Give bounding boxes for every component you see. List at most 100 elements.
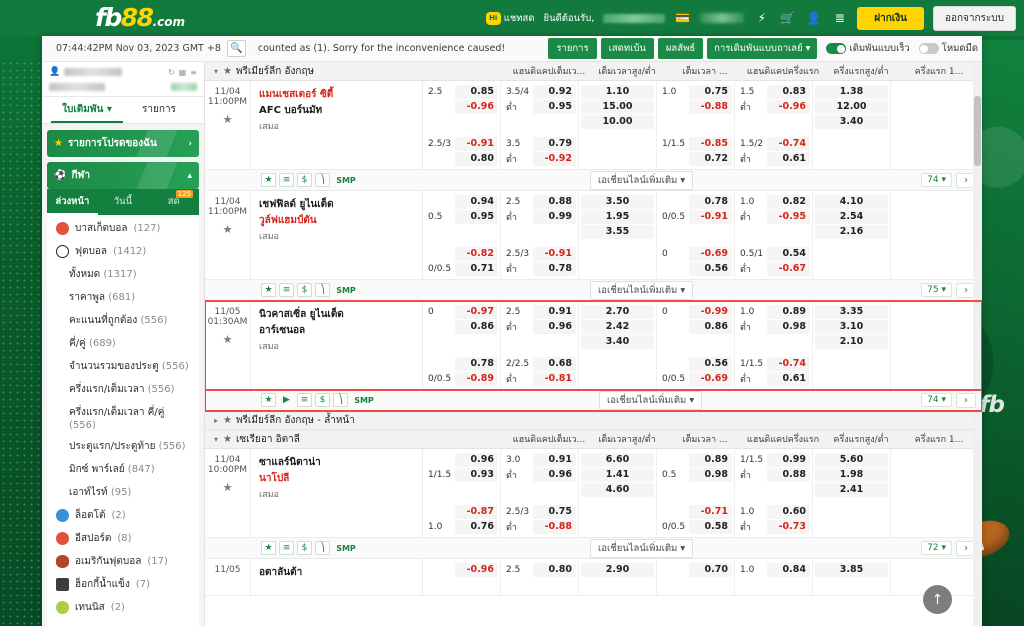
odds-value[interactable]: 3.40 — [815, 114, 888, 129]
odds-value[interactable]: 0.54 — [767, 246, 810, 261]
odds-value[interactable]: 0.61 — [767, 151, 810, 166]
odds-cell[interactable]: ต่ำ 0.99 — [503, 209, 576, 224]
odds-cell[interactable]: 3.5/4 0.92 — [503, 84, 576, 99]
sidebar-item-basketball[interactable]: บาสเก็ตบอล (127) — [47, 217, 199, 240]
subtab-today[interactable]: วันนี้ — [98, 189, 149, 215]
odds-value[interactable]: 0.89 — [689, 452, 732, 467]
odds-value[interactable]: 3.10 — [815, 319, 888, 334]
odds-cell[interactable]: 4.60 — [581, 482, 654, 497]
odds-value[interactable]: 0.78 — [533, 261, 576, 276]
home-team[interactable]: อตาลันต้า — [259, 565, 414, 581]
odds-cell[interactable]: 2.70 — [581, 304, 654, 319]
odds-value[interactable]: 0.83 — [767, 84, 810, 99]
odds-cell[interactable]: 2.5 0.91 — [503, 304, 576, 319]
lightning-icon[interactable]: ⚡ — [753, 10, 770, 26]
favorite-star-icon[interactable]: ★ — [205, 113, 250, 126]
odds-cell[interactable]: 0.5 0.98 — [659, 467, 732, 482]
odds-value[interactable]: -0.67 — [767, 261, 810, 276]
odds-value[interactable]: 0.56 — [689, 261, 732, 276]
odds-value[interactable]: 0.95 — [455, 209, 498, 224]
odds-value[interactable]: -0.95 — [767, 209, 810, 224]
odds-cell[interactable]: 0.70 — [659, 562, 732, 577]
odds-cell[interactable]: 3.10 — [815, 319, 888, 334]
odds-value[interactable]: -0.91 — [533, 246, 576, 261]
odds-cell[interactable]: 3.40 — [581, 334, 654, 349]
odds-value[interactable]: 4.10 — [815, 194, 888, 209]
odds-cell[interactable]: 2/2.5 0.68 — [503, 356, 576, 371]
scroll-thumb[interactable] — [974, 96, 981, 166]
more-markets-count[interactable]: 74 ▾ — [921, 173, 952, 187]
odds-cell[interactable]: ต่ำ 0.61 — [737, 151, 810, 166]
stats-icon[interactable]: ⎞ — [315, 541, 330, 555]
odds-value[interactable]: 2.10 — [815, 334, 888, 349]
odds-cell[interactable]: 0.78 — [659, 194, 732, 209]
odds-cell[interactable]: 0.86 — [659, 319, 732, 334]
odds-value[interactable]: 1.10 — [581, 84, 654, 99]
odds-cell[interactable]: 2.5 0.88 — [503, 194, 576, 209]
odds-value[interactable]: -0.88 — [533, 519, 576, 534]
odds-cell[interactable]: 1/1.5 0.93 — [425, 467, 498, 482]
odds-cell[interactable]: 1.41 — [581, 467, 654, 482]
asian-line-more-dropdown[interactable]: เอเชี่ยนไลน์เพิ่มเติม ▾ — [599, 390, 703, 410]
league-header[interactable]: ▾ ★ เซเรียอา อิตาลี แฮนดิแคปเต็มเว... เต็มเว… — [205, 430, 982, 449]
odds-cell[interactable]: ต่ำ -0.96 — [737, 99, 810, 114]
odds-value[interactable]: 0.96 — [455, 452, 498, 467]
odds-cell[interactable]: ต่ำ -0.81 — [503, 371, 576, 386]
odds-cell[interactable]: 0.5 0.95 — [425, 209, 498, 224]
odds-value[interactable]: 0.86 — [455, 319, 498, 334]
cart-icon[interactable]: 🛒 — [779, 10, 796, 26]
odds-cell[interactable]: 0/0.5 -0.69 — [659, 371, 732, 386]
sidebar-item-american-football[interactable]: อเมริกันฟุตบอล (17) — [47, 550, 199, 573]
odds-value[interactable]: 0.91 — [533, 452, 576, 467]
odds-value[interactable]: 0.75 — [689, 84, 732, 99]
odds-value[interactable]: -0.96 — [455, 99, 498, 114]
star-icon[interactable]: ★ — [223, 415, 232, 426]
odds-cell[interactable]: 0 -0.99 — [659, 304, 732, 319]
odds-value[interactable]: 0.75 — [533, 504, 576, 519]
odds-cell[interactable]: 3.5 0.79 — [503, 136, 576, 151]
dollar-icon[interactable]: $ — [297, 541, 312, 555]
away-team[interactable]: AFC บอร์นมัท — [259, 103, 414, 119]
odds-cell[interactable]: 2.5/3 -0.91 — [503, 246, 576, 261]
odds-cell[interactable]: ต่ำ 0.61 — [737, 371, 810, 386]
sidebar-item-ice-hockey[interactable]: ฮ็อกกี้น้ำแข็ง (7) — [47, 573, 199, 596]
away-team[interactable]: นาโปลี — [259, 471, 414, 487]
away-team[interactable]: วูล์ฟแฮมป์ตัน — [259, 213, 414, 229]
odds-cell[interactable]: 4.10 — [815, 194, 888, 209]
odds-cell[interactable]: 1.10 — [581, 84, 654, 99]
odds-value[interactable]: -0.97 — [455, 304, 498, 319]
league-header[interactable]: ▸ ★ พรีเมียร์ลีก อังกฤษ - ล้ำหน้า — [205, 411, 982, 430]
odds-value[interactable]: 0.80 — [455, 151, 498, 166]
odds-cell[interactable]: 1.5 0.83 — [737, 84, 810, 99]
odds-cell[interactable]: 1.95 — [581, 209, 654, 224]
smp-button[interactable]: SMP — [333, 173, 359, 187]
list-icon[interactable]: ≡ — [279, 283, 294, 297]
odds-value[interactable]: 2.41 — [815, 482, 888, 497]
odds-cell[interactable]: 0.86 — [425, 319, 498, 334]
odds-cell[interactable]: 5.60 — [815, 452, 888, 467]
star-icon[interactable]: ★ — [261, 393, 276, 407]
odds-value[interactable]: 0.94 — [455, 194, 498, 209]
odds-value[interactable]: 0.93 — [455, 467, 498, 482]
odds-value[interactable]: 0.98 — [689, 467, 732, 482]
odds-value[interactable]: 0.71 — [455, 261, 498, 276]
odds-cell[interactable]: 2.5 0.80 — [503, 562, 576, 577]
odds-value[interactable]: 4.60 — [581, 482, 654, 497]
search-icon[interactable]: 🔍 — [226, 40, 246, 57]
odds-cell[interactable]: 2.16 — [815, 224, 888, 239]
odds-cell[interactable]: 0 -0.69 — [659, 246, 732, 261]
sidebar-subitem-all[interactable]: ทั้งหมด (1317) — [47, 263, 199, 286]
odds-value[interactable]: 0.72 — [689, 151, 732, 166]
odds-cell[interactable]: 0.80 — [425, 151, 498, 166]
odds-cell[interactable]: 10.00 — [581, 114, 654, 129]
odds-value[interactable]: 0.99 — [767, 452, 810, 467]
odds-value[interactable]: -0.91 — [455, 136, 498, 151]
league-header[interactable]: ▾ ★ พรีเมียร์ลีก อังกฤษ แฮนดิแคปเต็มเว... เต… — [205, 62, 982, 81]
odds-cell[interactable]: -0.82 — [425, 246, 498, 261]
odds-value[interactable]: -0.99 — [689, 304, 732, 319]
subtab-live[interactable]: สด 125 — [148, 189, 199, 215]
next-page-button[interactable]: › — [955, 392, 976, 408]
odds-cell[interactable]: 0.89 — [659, 452, 732, 467]
odds-cell[interactable]: 2.5/3 0.75 — [503, 504, 576, 519]
odds-value[interactable]: 0.82 — [767, 194, 810, 209]
